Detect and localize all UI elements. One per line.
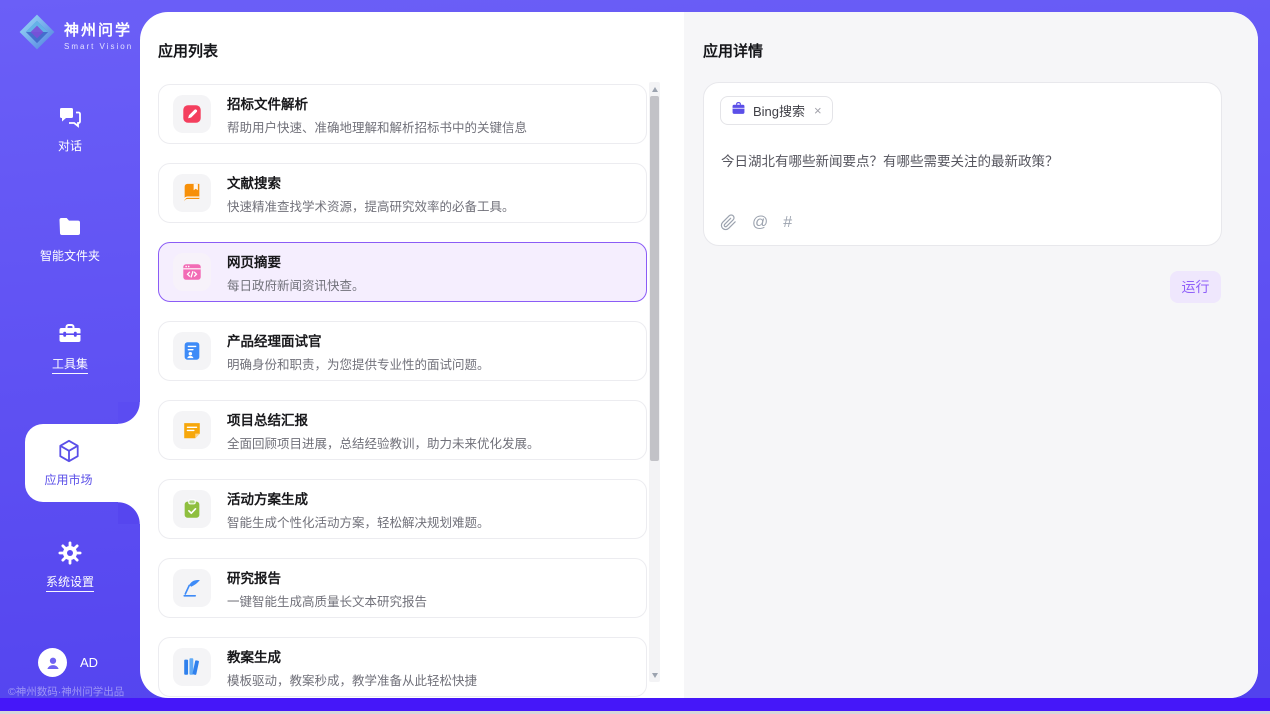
sidebar-item-settings[interactable]: 系统设置 xyxy=(0,540,140,592)
app-card-desc: 快速精准查找学术资源，提高研究效率的必备工具。 xyxy=(227,196,515,215)
report-icon xyxy=(173,569,211,607)
app-card[interactable]: 文献搜索快速精准查找学术资源，提高研究效率的必备工具。 xyxy=(158,163,647,223)
app-card-title: 文献搜索 xyxy=(227,172,515,192)
app-card-desc: 明确身份和职责，为您提供专业性的面试问题。 xyxy=(227,354,490,373)
gear-icon xyxy=(57,540,83,566)
footer-bar xyxy=(0,698,1270,711)
sidebar-item-label: 智能文件夹 xyxy=(40,247,100,264)
cube-icon xyxy=(56,438,82,464)
app-card-title: 招标文件解析 xyxy=(227,93,527,113)
scrollbar-thumb[interactable] xyxy=(650,96,659,461)
paperclip-icon[interactable] xyxy=(720,214,737,231)
brand-logo: 神州问学 Smart Vision xyxy=(18,13,133,56)
query-text[interactable]: 今日湖北有哪些新闻要点？有哪些需要关注的最新政策？ xyxy=(721,150,1201,170)
app-card[interactable]: 招标文件解析帮助用户快速、准确地理解和解析招标书中的关键信息 xyxy=(158,84,647,144)
note-icon xyxy=(173,411,211,449)
app-list-title: 应用列表 xyxy=(158,40,218,61)
app-window: 神州问学 Smart Vision 对话智能文件夹工具集应用市场系统设置 AD … xyxy=(0,0,1270,714)
app-card[interactable]: 研究报告一键智能生成高质量长文本研究报告 xyxy=(158,558,647,618)
folder-icon xyxy=(57,214,83,240)
scroll-down-icon[interactable] xyxy=(649,669,660,681)
sidebar-item-label: 系统设置 xyxy=(46,573,94,592)
composer-card[interactable]: Bing搜索 × 今日湖北有哪些新闻要点？有哪些需要关注的最新政策？ @# xyxy=(703,82,1222,246)
app-detail-pane: 应用详情 Bing搜索 × 今日湖北有哪些新闻要点？有哪些需要关注的最新政策？ … xyxy=(684,12,1258,698)
scrollbar[interactable] xyxy=(649,82,660,682)
user-initials: AD xyxy=(80,655,98,670)
sidebar-item-label: 工具集 xyxy=(52,355,88,374)
sidebar-item-smart-folders[interactable]: 智能文件夹 xyxy=(0,214,140,264)
app-card-title: 项目总结汇报 xyxy=(227,409,540,429)
tool-chip-bing-search[interactable]: Bing搜索 × xyxy=(720,96,833,125)
book-icon xyxy=(173,174,211,212)
composer-toolbar: @# xyxy=(720,214,792,231)
app-card-desc: 一键智能生成高质量长文本研究报告 xyxy=(227,591,427,610)
interview-icon xyxy=(173,332,211,370)
app-card-desc: 每日政府新闻资讯快查。 xyxy=(227,275,365,294)
tool-chip-label: Bing搜索 xyxy=(753,101,805,120)
chip-close-icon[interactable]: × xyxy=(814,103,822,118)
toolbox-icon xyxy=(57,322,83,348)
briefcase-icon xyxy=(731,101,746,121)
app-card-title: 教案生成 xyxy=(227,646,477,666)
hash-icon[interactable]: # xyxy=(783,215,792,231)
user-avatar-icon xyxy=(38,648,67,677)
app-card-title: 网页摘要 xyxy=(227,251,365,271)
run-button[interactable]: 运行 xyxy=(1170,271,1221,303)
sidebar-item-label: 应用市场 xyxy=(44,471,92,488)
clipboard-check-icon xyxy=(173,490,211,528)
app-card[interactable]: 项目总结汇报全面回顾项目进展，总结经验教训，助力未来优化发展。 xyxy=(158,400,647,460)
app-card-desc: 模板驱动，教案秒成，教学准备从此轻松快捷 xyxy=(227,670,477,689)
app-card[interactable]: 产品经理面试官明确身份和职责，为您提供专业性的面试问题。 xyxy=(158,321,647,381)
app-detail-title: 应用详情 xyxy=(703,40,763,61)
user-row[interactable]: AD xyxy=(38,648,98,677)
app-card-title: 产品经理面试官 xyxy=(227,330,490,350)
sidebar-item-toolkit[interactable]: 工具集 xyxy=(0,322,140,374)
sidebar-item-chat[interactable]: 对话 xyxy=(0,104,140,154)
sidebar-item-label: 对话 xyxy=(58,137,82,154)
app-card[interactable]: 网页摘要每日政府新闻资讯快查。 xyxy=(158,242,647,302)
brand-subtitle: Smart Vision xyxy=(64,42,133,51)
brand-diamond-icon xyxy=(18,13,56,56)
app-card-desc: 全面回顾项目进展，总结经验教训，助力未来优化发展。 xyxy=(227,433,540,452)
browser-code-icon xyxy=(173,253,211,291)
app-card[interactable]: 活动方案生成智能生成个性化活动方案，轻松解决规划难题。 xyxy=(158,479,647,539)
app-card[interactable]: 教案生成模板驱动，教案秒成，教学准备从此轻松快捷 xyxy=(158,637,647,697)
copyright: ©神州数码·神州问学出品 xyxy=(8,684,124,699)
app-list: 招标文件解析帮助用户快速、准确地理解和解析招标书中的关键信息文献搜索快速精准查找… xyxy=(158,84,647,698)
at-icon[interactable]: @ xyxy=(752,215,768,231)
app-card-desc: 智能生成个性化活动方案，轻松解决规划难题。 xyxy=(227,512,490,531)
app-card-desc: 帮助用户快速、准确地理解和解析招标书中的关键信息 xyxy=(227,117,527,136)
sidebar-item-app-market[interactable]: 应用市场 xyxy=(25,424,140,502)
brand-name: 神州问学 xyxy=(64,19,133,40)
main-card: 应用列表 招标文件解析帮助用户快速、准确地理解和解析招标书中的关键信息文献搜索快… xyxy=(140,12,1258,698)
books-icon xyxy=(173,648,211,686)
scroll-up-icon[interactable] xyxy=(649,83,660,95)
edit-icon xyxy=(173,95,211,133)
chat-icon xyxy=(57,104,83,130)
app-card-title: 研究报告 xyxy=(227,567,427,587)
app-card-title: 活动方案生成 xyxy=(227,488,490,508)
